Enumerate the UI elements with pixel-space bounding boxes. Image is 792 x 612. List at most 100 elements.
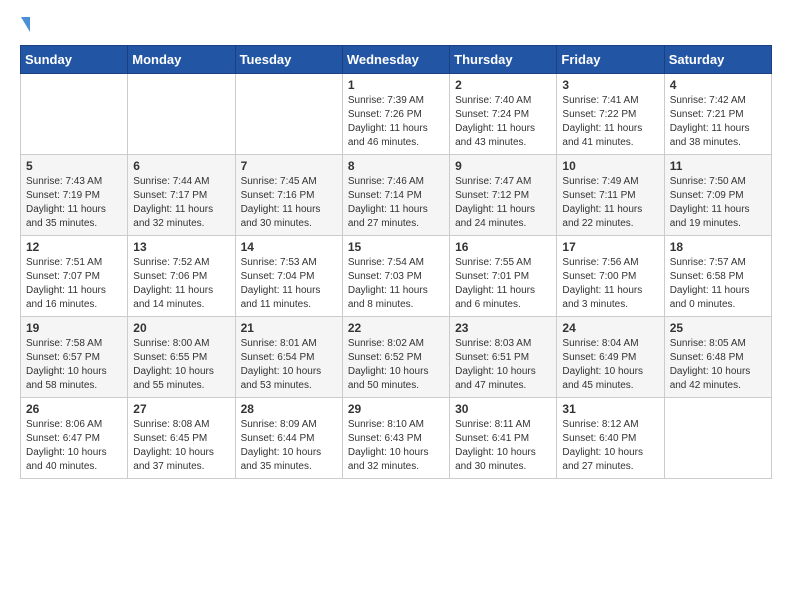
day-info: Sunrise: 8:05 AM Sunset: 6:48 PM Dayligh…: [670, 337, 766, 393]
calendar-cell: 23 Sunrise: 8:03 AM Sunset: 6:51 PM Dayli…: [450, 317, 557, 398]
day-number: 27: [133, 402, 229, 416]
day-number: 30: [455, 402, 551, 416]
day-info: Sunrise: 7:55 AM Sunset: 7:01 PM Dayligh…: [455, 256, 551, 312]
day-number: 7: [241, 159, 337, 173]
day-info: Sunrise: 8:08 AM Sunset: 6:45 PM Dayligh…: [133, 418, 229, 474]
day-number: 4: [670, 78, 766, 92]
calendar-cell: 9 Sunrise: 7:47 AM Sunset: 7:12 PM Daylig…: [450, 155, 557, 236]
day-number: 28: [241, 402, 337, 416]
day-info: Sunrise: 7:39 AM Sunset: 7:26 PM Dayligh…: [348, 94, 444, 150]
day-number: 19: [26, 321, 122, 335]
day-info: Sunrise: 7:52 AM Sunset: 7:06 PM Dayligh…: [133, 256, 229, 312]
calendar-cell: 14 Sunrise: 7:53 AM Sunset: 7:04 PM Dayli…: [235, 236, 342, 317]
day-info: Sunrise: 7:49 AM Sunset: 7:11 PM Dayligh…: [562, 175, 658, 231]
calendar-cell: 29Sunrise: 8:10 AM Sunset: 6:43 PM Dayli…: [342, 398, 449, 479]
day-number: 14: [241, 240, 337, 254]
calendar-cell: 18 Sunrise: 7:57 AM Sunset: 6:58 PM Dayli…: [664, 236, 771, 317]
calendar-cell: 11 Sunrise: 7:50 AM Sunset: 7:09 PM Dayli…: [664, 155, 771, 236]
logo: [20, 20, 30, 35]
calendar-week-row: 19 Sunrise: 7:58 AM Sunset: 6:57 PM Dayli…: [21, 317, 772, 398]
calendar-cell: 30 Sunrise: 8:11 AM Sunset: 6:41 PM Dayli…: [450, 398, 557, 479]
calendar-cell: 19 Sunrise: 7:58 AM Sunset: 6:57 PM Dayli…: [21, 317, 128, 398]
calendar-cell: 21 Sunrise: 8:01 AM Sunset: 6:54 PM Dayli…: [235, 317, 342, 398]
calendar-cell: 25Sunrise: 8:05 AM Sunset: 6:48 PM Dayli…: [664, 317, 771, 398]
day-info: Sunrise: 8:01 AM Sunset: 6:54 PM Dayligh…: [241, 337, 337, 393]
day-info: Sunrise: 8:10 AM Sunset: 6:43 PM Dayligh…: [348, 418, 444, 474]
day-info: Sunrise: 7:53 AM Sunset: 7:04 PM Dayligh…: [241, 256, 337, 312]
calendar-cell: 16 Sunrise: 7:55 AM Sunset: 7:01 PM Dayli…: [450, 236, 557, 317]
calendar-cell: 10 Sunrise: 7:49 AM Sunset: 7:11 PM Dayli…: [557, 155, 664, 236]
weekday-header-monday: Monday: [128, 46, 235, 74]
day-info: Sunrise: 8:06 AM Sunset: 6:47 PM Dayligh…: [26, 418, 122, 474]
calendar-cell: 4 Sunrise: 7:42 AM Sunset: 7:21 PM Daylig…: [664, 74, 771, 155]
day-number: 21: [241, 321, 337, 335]
day-number: 18: [670, 240, 766, 254]
day-info: Sunrise: 8:09 AM Sunset: 6:44 PM Dayligh…: [241, 418, 337, 474]
calendar-cell: 27 Sunrise: 8:08 AM Sunset: 6:45 PM Dayli…: [128, 398, 235, 479]
day-info: Sunrise: 7:57 AM Sunset: 6:58 PM Dayligh…: [670, 256, 766, 312]
day-number: 22: [348, 321, 444, 335]
calendar-cell: 5 Sunrise: 7:43 AM Sunset: 7:19 PM Daylig…: [21, 155, 128, 236]
calendar-cell: 22 Sunrise: 8:02 AM Sunset: 6:52 PM Dayli…: [342, 317, 449, 398]
day-info: Sunrise: 7:42 AM Sunset: 7:21 PM Dayligh…: [670, 94, 766, 150]
day-info: Sunrise: 8:11 AM Sunset: 6:41 PM Dayligh…: [455, 418, 551, 474]
logo-triangle-icon: [21, 17, 30, 32]
day-info: Sunrise: 7:44 AM Sunset: 7:17 PM Dayligh…: [133, 175, 229, 231]
day-info: Sunrise: 7:50 AM Sunset: 7:09 PM Dayligh…: [670, 175, 766, 231]
day-info: Sunrise: 7:41 AM Sunset: 7:22 PM Dayligh…: [562, 94, 658, 150]
calendar-cell: [235, 74, 342, 155]
calendar-week-row: 5 Sunrise: 7:43 AM Sunset: 7:19 PM Daylig…: [21, 155, 772, 236]
day-info: Sunrise: 7:47 AM Sunset: 7:12 PM Dayligh…: [455, 175, 551, 231]
day-number: 24: [562, 321, 658, 335]
day-number: 12: [26, 240, 122, 254]
day-info: Sunrise: 8:12 AM Sunset: 6:40 PM Dayligh…: [562, 418, 658, 474]
day-info: Sunrise: 8:04 AM Sunset: 6:49 PM Dayligh…: [562, 337, 658, 393]
day-number: 26: [26, 402, 122, 416]
day-number: 3: [562, 78, 658, 92]
day-info: Sunrise: 7:54 AM Sunset: 7:03 PM Dayligh…: [348, 256, 444, 312]
calendar-cell: 7 Sunrise: 7:45 AM Sunset: 7:16 PM Daylig…: [235, 155, 342, 236]
day-info: Sunrise: 7:51 AM Sunset: 7:07 PM Dayligh…: [26, 256, 122, 312]
weekday-header-saturday: Saturday: [664, 46, 771, 74]
calendar-cell: 2 Sunrise: 7:40 AM Sunset: 7:24 PM Daylig…: [450, 74, 557, 155]
weekday-header-thursday: Thursday: [450, 46, 557, 74]
day-info: Sunrise: 8:02 AM Sunset: 6:52 PM Dayligh…: [348, 337, 444, 393]
calendar-cell: 17 Sunrise: 7:56 AM Sunset: 7:00 PM Dayli…: [557, 236, 664, 317]
weekday-header-wednesday: Wednesday: [342, 46, 449, 74]
day-number: 1: [348, 78, 444, 92]
calendar-week-row: 12 Sunrise: 7:51 AM Sunset: 7:07 PM Dayli…: [21, 236, 772, 317]
weekday-header-friday: Friday: [557, 46, 664, 74]
day-number: 13: [133, 240, 229, 254]
day-number: 23: [455, 321, 551, 335]
day-info: Sunrise: 7:45 AM Sunset: 7:16 PM Dayligh…: [241, 175, 337, 231]
day-info: Sunrise: 8:00 AM Sunset: 6:55 PM Dayligh…: [133, 337, 229, 393]
day-number: 8: [348, 159, 444, 173]
calendar-cell: 20 Sunrise: 8:00 AM Sunset: 6:55 PM Dayli…: [128, 317, 235, 398]
calendar-cell: [21, 74, 128, 155]
day-info: Sunrise: 7:43 AM Sunset: 7:19 PM Dayligh…: [26, 175, 122, 231]
day-info: Sunrise: 7:46 AM Sunset: 7:14 PM Dayligh…: [348, 175, 444, 231]
day-info: Sunrise: 7:58 AM Sunset: 6:57 PM Dayligh…: [26, 337, 122, 393]
calendar-cell: 8 Sunrise: 7:46 AM Sunset: 7:14 PM Daylig…: [342, 155, 449, 236]
calendar-cell: 31 Sunrise: 8:12 AM Sunset: 6:40 PM Dayli…: [557, 398, 664, 479]
calendar-cell: 13 Sunrise: 7:52 AM Sunset: 7:06 PM Dayli…: [128, 236, 235, 317]
day-number: 17: [562, 240, 658, 254]
calendar-cell: [664, 398, 771, 479]
day-number: 9: [455, 159, 551, 173]
day-number: 2: [455, 78, 551, 92]
day-number: 31: [562, 402, 658, 416]
day-number: 20: [133, 321, 229, 335]
day-info: Sunrise: 8:03 AM Sunset: 6:51 PM Dayligh…: [455, 337, 551, 393]
day-number: 11: [670, 159, 766, 173]
day-number: 16: [455, 240, 551, 254]
weekday-header-row: SundayMondayTuesdayWednesdayThursdayFrid…: [21, 46, 772, 74]
day-info: Sunrise: 7:40 AM Sunset: 7:24 PM Dayligh…: [455, 94, 551, 150]
day-number: 10: [562, 159, 658, 173]
day-number: 5: [26, 159, 122, 173]
day-info: Sunrise: 7:56 AM Sunset: 7:00 PM Dayligh…: [562, 256, 658, 312]
day-number: 6: [133, 159, 229, 173]
weekday-header-sunday: Sunday: [21, 46, 128, 74]
calendar-cell: 6 Sunrise: 7:44 AM Sunset: 7:17 PM Daylig…: [128, 155, 235, 236]
calendar-cell: [128, 74, 235, 155]
calendar-cell: 15Sunrise: 7:54 AM Sunset: 7:03 PM Dayli…: [342, 236, 449, 317]
